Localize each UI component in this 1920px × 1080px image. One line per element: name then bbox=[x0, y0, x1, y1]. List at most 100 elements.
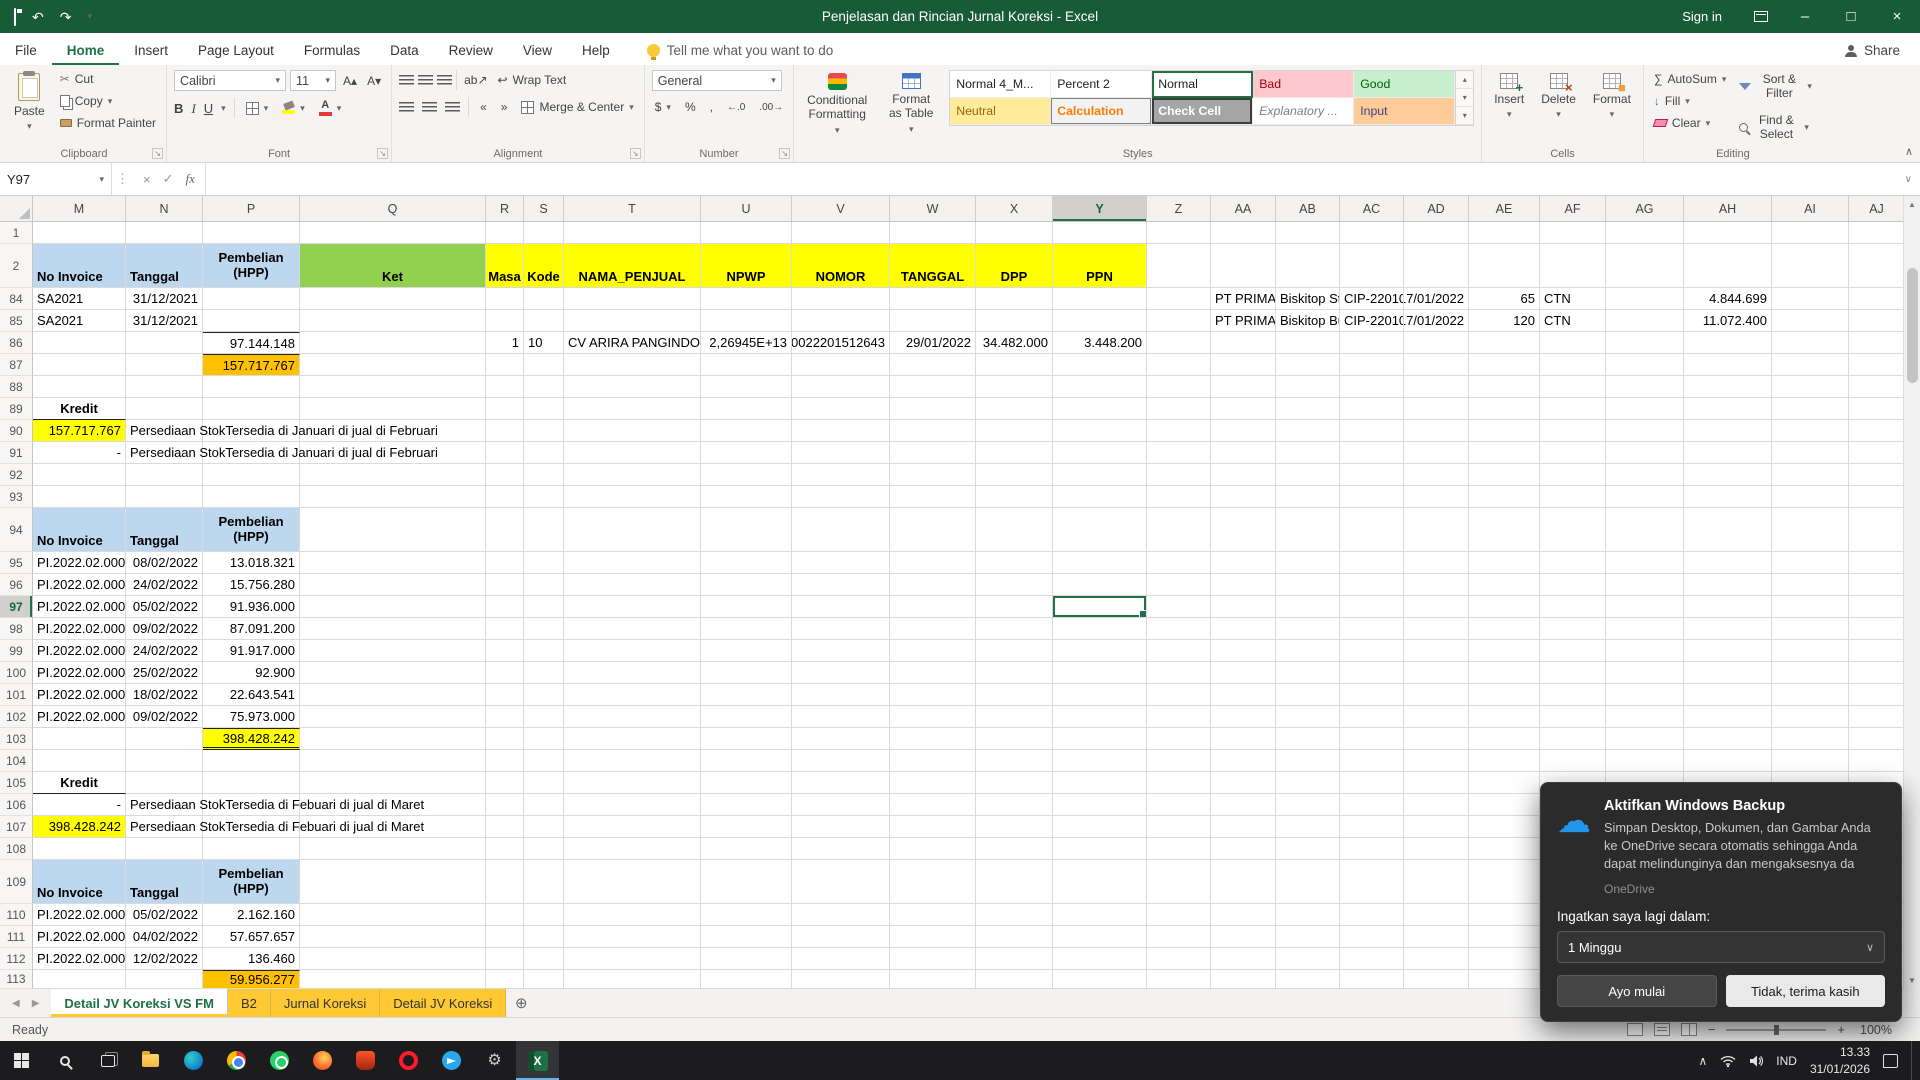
row-header-102[interactable]: 102 bbox=[0, 706, 33, 728]
cell-T88[interactable] bbox=[564, 376, 701, 398]
cell-Q111[interactable] bbox=[300, 926, 486, 948]
cell-S108[interactable] bbox=[524, 838, 564, 860]
cell-AF102[interactable] bbox=[1540, 706, 1606, 728]
cell-X106[interactable] bbox=[976, 794, 1053, 816]
cell-AH86[interactable] bbox=[1684, 332, 1772, 354]
cell-X90[interactable] bbox=[976, 420, 1053, 442]
cell-AG103[interactable] bbox=[1606, 728, 1684, 750]
row-header-87[interactable]: 87 bbox=[0, 354, 33, 376]
cell-AB87[interactable] bbox=[1276, 354, 1340, 376]
cell-N96[interactable]: 24/02/2022 bbox=[126, 574, 203, 596]
cell-AA107[interactable] bbox=[1211, 816, 1276, 838]
gallery-more-icon[interactable]: ▾ bbox=[1456, 107, 1474, 125]
cell-N113[interactable] bbox=[126, 970, 203, 989]
cell-AB112[interactable] bbox=[1276, 948, 1340, 970]
minimize-button[interactable]: – bbox=[1782, 0, 1828, 33]
cell-M110[interactable]: PI.2022.02.00003 bbox=[33, 904, 126, 926]
cell-AE2[interactable] bbox=[1469, 244, 1540, 288]
cell-N85[interactable]: 31/12/2021 bbox=[126, 310, 203, 332]
cell-Q105[interactable] bbox=[300, 772, 486, 794]
row-header-98[interactable]: 98 bbox=[0, 618, 33, 640]
accounting-format-button[interactable]: $ ▾ bbox=[652, 98, 674, 116]
cell-N102[interactable]: 09/02/2022 bbox=[126, 706, 203, 728]
cell-AB98[interactable] bbox=[1276, 618, 1340, 640]
start-button[interactable] bbox=[0, 1041, 43, 1080]
cell-T113[interactable] bbox=[564, 970, 701, 989]
cell-V93[interactable] bbox=[792, 486, 890, 508]
cell-M111[interactable]: PI.2022.02.00001 bbox=[33, 926, 126, 948]
cell-AC99[interactable] bbox=[1340, 640, 1404, 662]
cell-N87[interactable] bbox=[126, 354, 203, 376]
cell-W87[interactable] bbox=[890, 354, 976, 376]
cell-AB92[interactable] bbox=[1276, 464, 1340, 486]
cell-Z85[interactable] bbox=[1147, 310, 1211, 332]
cell-AA100[interactable] bbox=[1211, 662, 1276, 684]
show-desktop-button[interactable] bbox=[1911, 1041, 1916, 1080]
paste-button[interactable]: Paste ▾ bbox=[9, 70, 50, 135]
cell-Z108[interactable] bbox=[1147, 838, 1211, 860]
cell-P104[interactable] bbox=[203, 750, 300, 772]
column-header-M[interactable]: M bbox=[33, 196, 126, 221]
cell-U93[interactable] bbox=[701, 486, 792, 508]
cell-M2[interactable]: No Invoice bbox=[33, 244, 126, 288]
row-header-108[interactable]: 108 bbox=[0, 838, 33, 860]
cell-AB102[interactable] bbox=[1276, 706, 1340, 728]
cell-AG96[interactable] bbox=[1606, 574, 1684, 596]
cell-AD95[interactable] bbox=[1404, 552, 1469, 574]
cell-AH95[interactable] bbox=[1684, 552, 1772, 574]
cell-AF104[interactable] bbox=[1540, 750, 1606, 772]
scroll-down-icon[interactable]: ▼ bbox=[1904, 972, 1920, 989]
find-select-button[interactable]: Find & Select ▾ bbox=[1736, 111, 1815, 144]
cell-S96[interactable] bbox=[524, 574, 564, 596]
close-button[interactable]: × bbox=[1874, 0, 1920, 33]
cell-AJ97[interactable] bbox=[1849, 596, 1905, 618]
cell-AC103[interactable] bbox=[1340, 728, 1404, 750]
cell-AB105[interactable] bbox=[1276, 772, 1340, 794]
gallery-down-icon[interactable]: ▾ bbox=[1456, 89, 1474, 107]
cell-AF101[interactable] bbox=[1540, 684, 1606, 706]
merge-center-button[interactable]: Merge & Center ▾ bbox=[518, 98, 636, 116]
cell-X112[interactable] bbox=[976, 948, 1053, 970]
cell-AC85[interactable]: CIP-22010 bbox=[1340, 310, 1404, 332]
cell-U97[interactable] bbox=[701, 596, 792, 618]
cell-S89[interactable] bbox=[524, 398, 564, 420]
cell-AA1[interactable] bbox=[1211, 222, 1276, 244]
cell-Z103[interactable] bbox=[1147, 728, 1211, 750]
cell-AE98[interactable] bbox=[1469, 618, 1540, 640]
cell-AC90[interactable] bbox=[1340, 420, 1404, 442]
cell-AB94[interactable] bbox=[1276, 508, 1340, 552]
cell-AB109[interactable] bbox=[1276, 860, 1340, 904]
cell-AE87[interactable] bbox=[1469, 354, 1540, 376]
cell-AF88[interactable] bbox=[1540, 376, 1606, 398]
cell-R102[interactable] bbox=[486, 706, 524, 728]
redo-icon[interactable]: ↷ bbox=[60, 10, 72, 24]
row-header-112[interactable]: 112 bbox=[0, 948, 33, 970]
cell-AC89[interactable] bbox=[1340, 398, 1404, 420]
cell-Y113[interactable] bbox=[1053, 970, 1147, 989]
cell-R95[interactable] bbox=[486, 552, 524, 574]
cell-M94[interactable]: No Invoice bbox=[33, 508, 126, 552]
cell-W100[interactable] bbox=[890, 662, 976, 684]
cell-AG85[interactable] bbox=[1606, 310, 1684, 332]
cell-AC106[interactable] bbox=[1340, 794, 1404, 816]
cell-S104[interactable] bbox=[524, 750, 564, 772]
cell-M87[interactable] bbox=[33, 354, 126, 376]
scrollbar-thumb[interactable] bbox=[1906, 268, 1918, 383]
cell-S113[interactable] bbox=[524, 970, 564, 989]
cell-Z97[interactable] bbox=[1147, 596, 1211, 618]
cell-AE90[interactable] bbox=[1469, 420, 1540, 442]
cell-AE110[interactable] bbox=[1469, 904, 1540, 926]
cell-V113[interactable] bbox=[792, 970, 890, 989]
notification-center-icon[interactable] bbox=[1883, 1053, 1898, 1068]
cell-Z86[interactable] bbox=[1147, 332, 1211, 354]
confirm-entry-icon[interactable]: ✓ bbox=[163, 171, 174, 187]
cell-AE92[interactable] bbox=[1469, 464, 1540, 486]
cell-V97[interactable] bbox=[792, 596, 890, 618]
cell-AF87[interactable] bbox=[1540, 354, 1606, 376]
cell-AF103[interactable] bbox=[1540, 728, 1606, 750]
cell-AD106[interactable] bbox=[1404, 794, 1469, 816]
cell-AJ87[interactable] bbox=[1849, 354, 1905, 376]
cell-R1[interactable] bbox=[486, 222, 524, 244]
tab-help[interactable]: Help bbox=[567, 37, 625, 66]
style-normal[interactable]: Normal bbox=[1152, 71, 1254, 98]
